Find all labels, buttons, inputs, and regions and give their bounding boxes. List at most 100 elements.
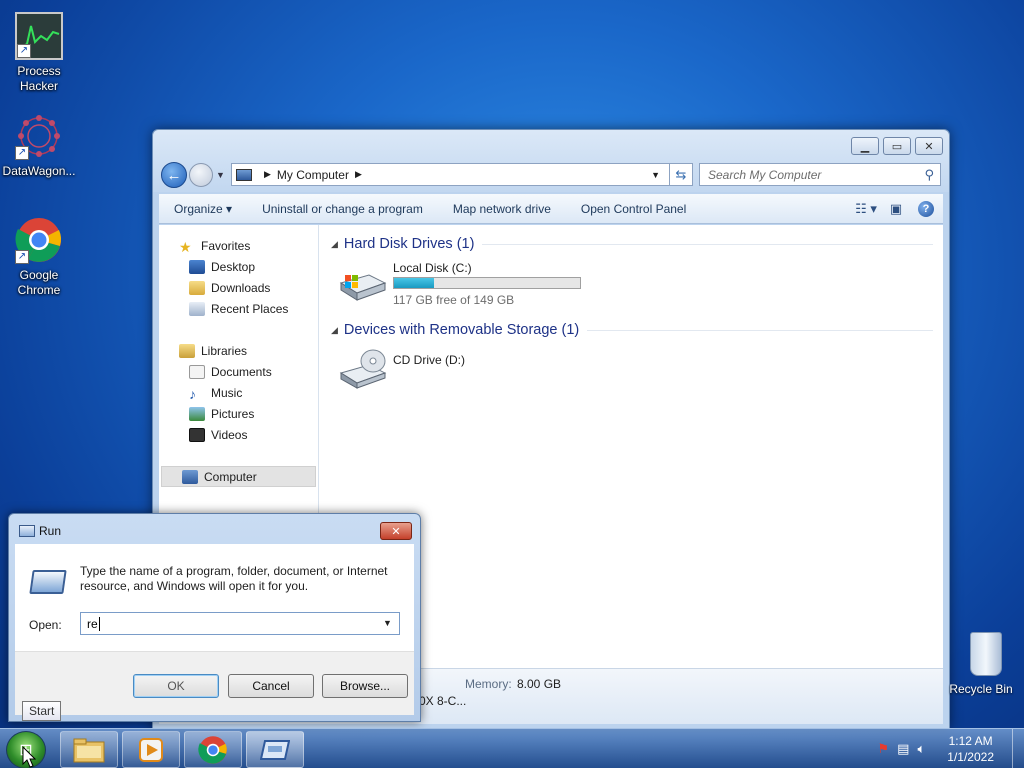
- open-input[interactable]: re: [80, 612, 400, 635]
- shortcut-arrow-icon: ↗: [15, 250, 29, 264]
- window-controls: ▁ ▭ ✕: [847, 137, 943, 155]
- dialog-description: Type the name of a program, folder, docu…: [80, 564, 388, 593]
- search-icon[interactable]: ⚲: [924, 167, 934, 183]
- volume-icon[interactable]: 🔈︎: [917, 741, 925, 757]
- nav-music[interactable]: ♪ Music: [159, 382, 318, 403]
- nav-videos[interactable]: Videos: [159, 424, 318, 445]
- breadcrumb-chevron-icon[interactable]: ▶: [355, 169, 362, 180]
- refresh-button[interactable]: ⇆: [669, 163, 693, 186]
- nav-libraries[interactable]: Libraries: [159, 340, 318, 361]
- nav-pictures[interactable]: Pictures: [159, 403, 318, 424]
- close-button[interactable]: ✕: [380, 522, 412, 540]
- desktop-icon-label: Recycle Bin: [949, 682, 1013, 696]
- pictures-icon: [189, 406, 205, 421]
- preview-pane-icon[interactable]: ▣: [885, 198, 907, 220]
- run-icon: [260, 739, 290, 760]
- ok-button[interactable]: OK: [133, 674, 219, 698]
- action-center-flag-icon[interactable]: ⚑: [878, 741, 890, 757]
- nav-downloads[interactable]: Downloads: [159, 277, 318, 298]
- system-tray: ⚑ ▤ 🔈︎ 1:12 AM 1/1/2022: [878, 729, 1024, 768]
- nav-documents[interactable]: Documents: [159, 361, 318, 382]
- close-button[interactable]: ✕: [915, 137, 943, 155]
- desktop-icon-datawagon[interactable]: ↗ DataWagon...: [0, 112, 78, 179]
- folder-icon: [73, 738, 105, 762]
- mouse-cursor-icon: [22, 746, 36, 768]
- computer-icon: [236, 168, 252, 181]
- hard-disk-icon: [339, 274, 387, 301]
- open-history-dropdown-icon[interactable]: ▼: [383, 618, 392, 628]
- clock-date: 1/1/2022: [947, 750, 994, 764]
- recent-pages-dropdown[interactable]: ▼: [216, 170, 225, 180]
- minimize-button[interactable]: ▁: [851, 137, 879, 155]
- start-tooltip: Start: [22, 701, 62, 721]
- drive-free-space: 117 GB free of 149 GB: [393, 293, 515, 307]
- uninstall-program-button[interactable]: Uninstall or change a program: [247, 202, 438, 216]
- nav-computer[interactable]: Computer: [161, 466, 316, 487]
- videos-icon: [189, 427, 205, 442]
- address-dropdown-icon[interactable]: ▼: [651, 170, 660, 180]
- shortcut-arrow-icon: ↗: [15, 146, 29, 160]
- map-network-drive-button[interactable]: Map network drive: [438, 202, 566, 216]
- memory-value: 8.00 GB: [517, 677, 562, 691]
- disk-usage-fill: [394, 278, 434, 288]
- shortcut-arrow-icon: ↗: [17, 44, 31, 58]
- desktop-icon-recycle-bin[interactable]: Recycle Bin: [948, 632, 1024, 696]
- taskbar: ⊞ ⚑ ▤ 🔈︎ 1:12 AM 1/1/2022: [0, 728, 1024, 768]
- memory-label: Memory:: [465, 677, 512, 691]
- drive-local-disk-c[interactable]: Local Disk (C:) 117 GB free of 149 GB: [339, 255, 933, 315]
- desktop-icon-label: DataWagon...: [2, 164, 76, 178]
- group-header-hard-disk-drives[interactable]: ◢ Hard Disk Drives (1): [331, 233, 933, 255]
- breadcrumb-my-computer[interactable]: My Computer: [277, 168, 349, 182]
- nav-desktop[interactable]: Desktop: [159, 256, 318, 277]
- taskbar-chrome-button[interactable]: [184, 731, 242, 768]
- desktop-icon-process-hacker[interactable]: ↗ Process Hacker: [0, 12, 78, 94]
- dialog-body: Type the name of a program, folder, docu…: [15, 544, 414, 715]
- media-player-icon: [139, 737, 163, 762]
- taskbar-run-button[interactable]: [246, 731, 304, 768]
- back-button[interactable]: ←: [161, 162, 187, 188]
- help-button[interactable]: ?: [915, 198, 937, 220]
- desktop-icon-label: Google Chrome: [17, 268, 61, 297]
- drive-cd-d[interactable]: CD Drive (D:): [339, 341, 933, 401]
- desktop-icon-google-chrome[interactable]: ↗ Google Chrome: [0, 216, 78, 298]
- nav-favorites[interactable]: ★ Favorites: [159, 235, 318, 256]
- collapse-triangle-icon[interactable]: ◢: [331, 239, 338, 250]
- cancel-button[interactable]: Cancel: [228, 674, 314, 698]
- taskbar-media-player-button[interactable]: [122, 731, 180, 768]
- desktop-icon: [189, 259, 205, 274]
- nav-recent-places[interactable]: Recent Places: [159, 298, 318, 319]
- downloads-folder-icon: [189, 280, 205, 295]
- group-divider: [482, 243, 933, 245]
- taskbar-explorer-button[interactable]: [60, 731, 118, 768]
- organize-menu[interactable]: Organize ▾: [159, 202, 247, 216]
- change-view-icon[interactable]: ☷ ▾: [855, 198, 877, 220]
- recycle-bin-icon: [970, 632, 1002, 676]
- run-dialog: Run ✕ Type the name of a program, folder…: [8, 513, 421, 722]
- chrome-icon: ↗: [15, 216, 63, 264]
- desktop-icon-label: Process Hacker: [17, 64, 61, 93]
- open-control-panel-button[interactable]: Open Control Panel: [566, 202, 701, 216]
- browse-button[interactable]: Browse...: [322, 674, 408, 698]
- clock[interactable]: 1:12 AM 1/1/2022: [947, 733, 994, 765]
- group-divider: [587, 329, 933, 331]
- cd-drive-icon: [339, 349, 387, 389]
- breadcrumb-chevron-icon[interactable]: ▶: [264, 169, 271, 180]
- group-header-removable-storage[interactable]: ◢ Devices with Removable Storage (1): [331, 319, 933, 341]
- network-icon[interactable]: ▤: [897, 741, 909, 757]
- maximize-button[interactable]: ▭: [883, 137, 911, 155]
- forward-button[interactable]: [189, 163, 213, 187]
- address-bar[interactable]: ▶ My Computer ▶ ▼: [231, 163, 693, 186]
- search-input[interactable]: Search My Computer ⚲: [699, 163, 941, 186]
- datawagon-icon: ↗: [15, 112, 63, 160]
- show-desktop-button[interactable]: [1012, 729, 1024, 768]
- dialog-title: Run: [39, 524, 62, 538]
- chrome-icon: [198, 735, 227, 764]
- open-label: Open:: [29, 618, 62, 632]
- recent-places-icon: [189, 301, 205, 316]
- computer-icon: [182, 469, 198, 484]
- collapse-triangle-icon[interactable]: ◢: [331, 325, 338, 336]
- search-placeholder: Search My Computer: [708, 168, 822, 182]
- command-bar: Organize ▾ Uninstall or change a program…: [159, 194, 943, 224]
- music-icon: ♪: [189, 385, 196, 402]
- clock-time: 1:12 AM: [948, 734, 993, 748]
